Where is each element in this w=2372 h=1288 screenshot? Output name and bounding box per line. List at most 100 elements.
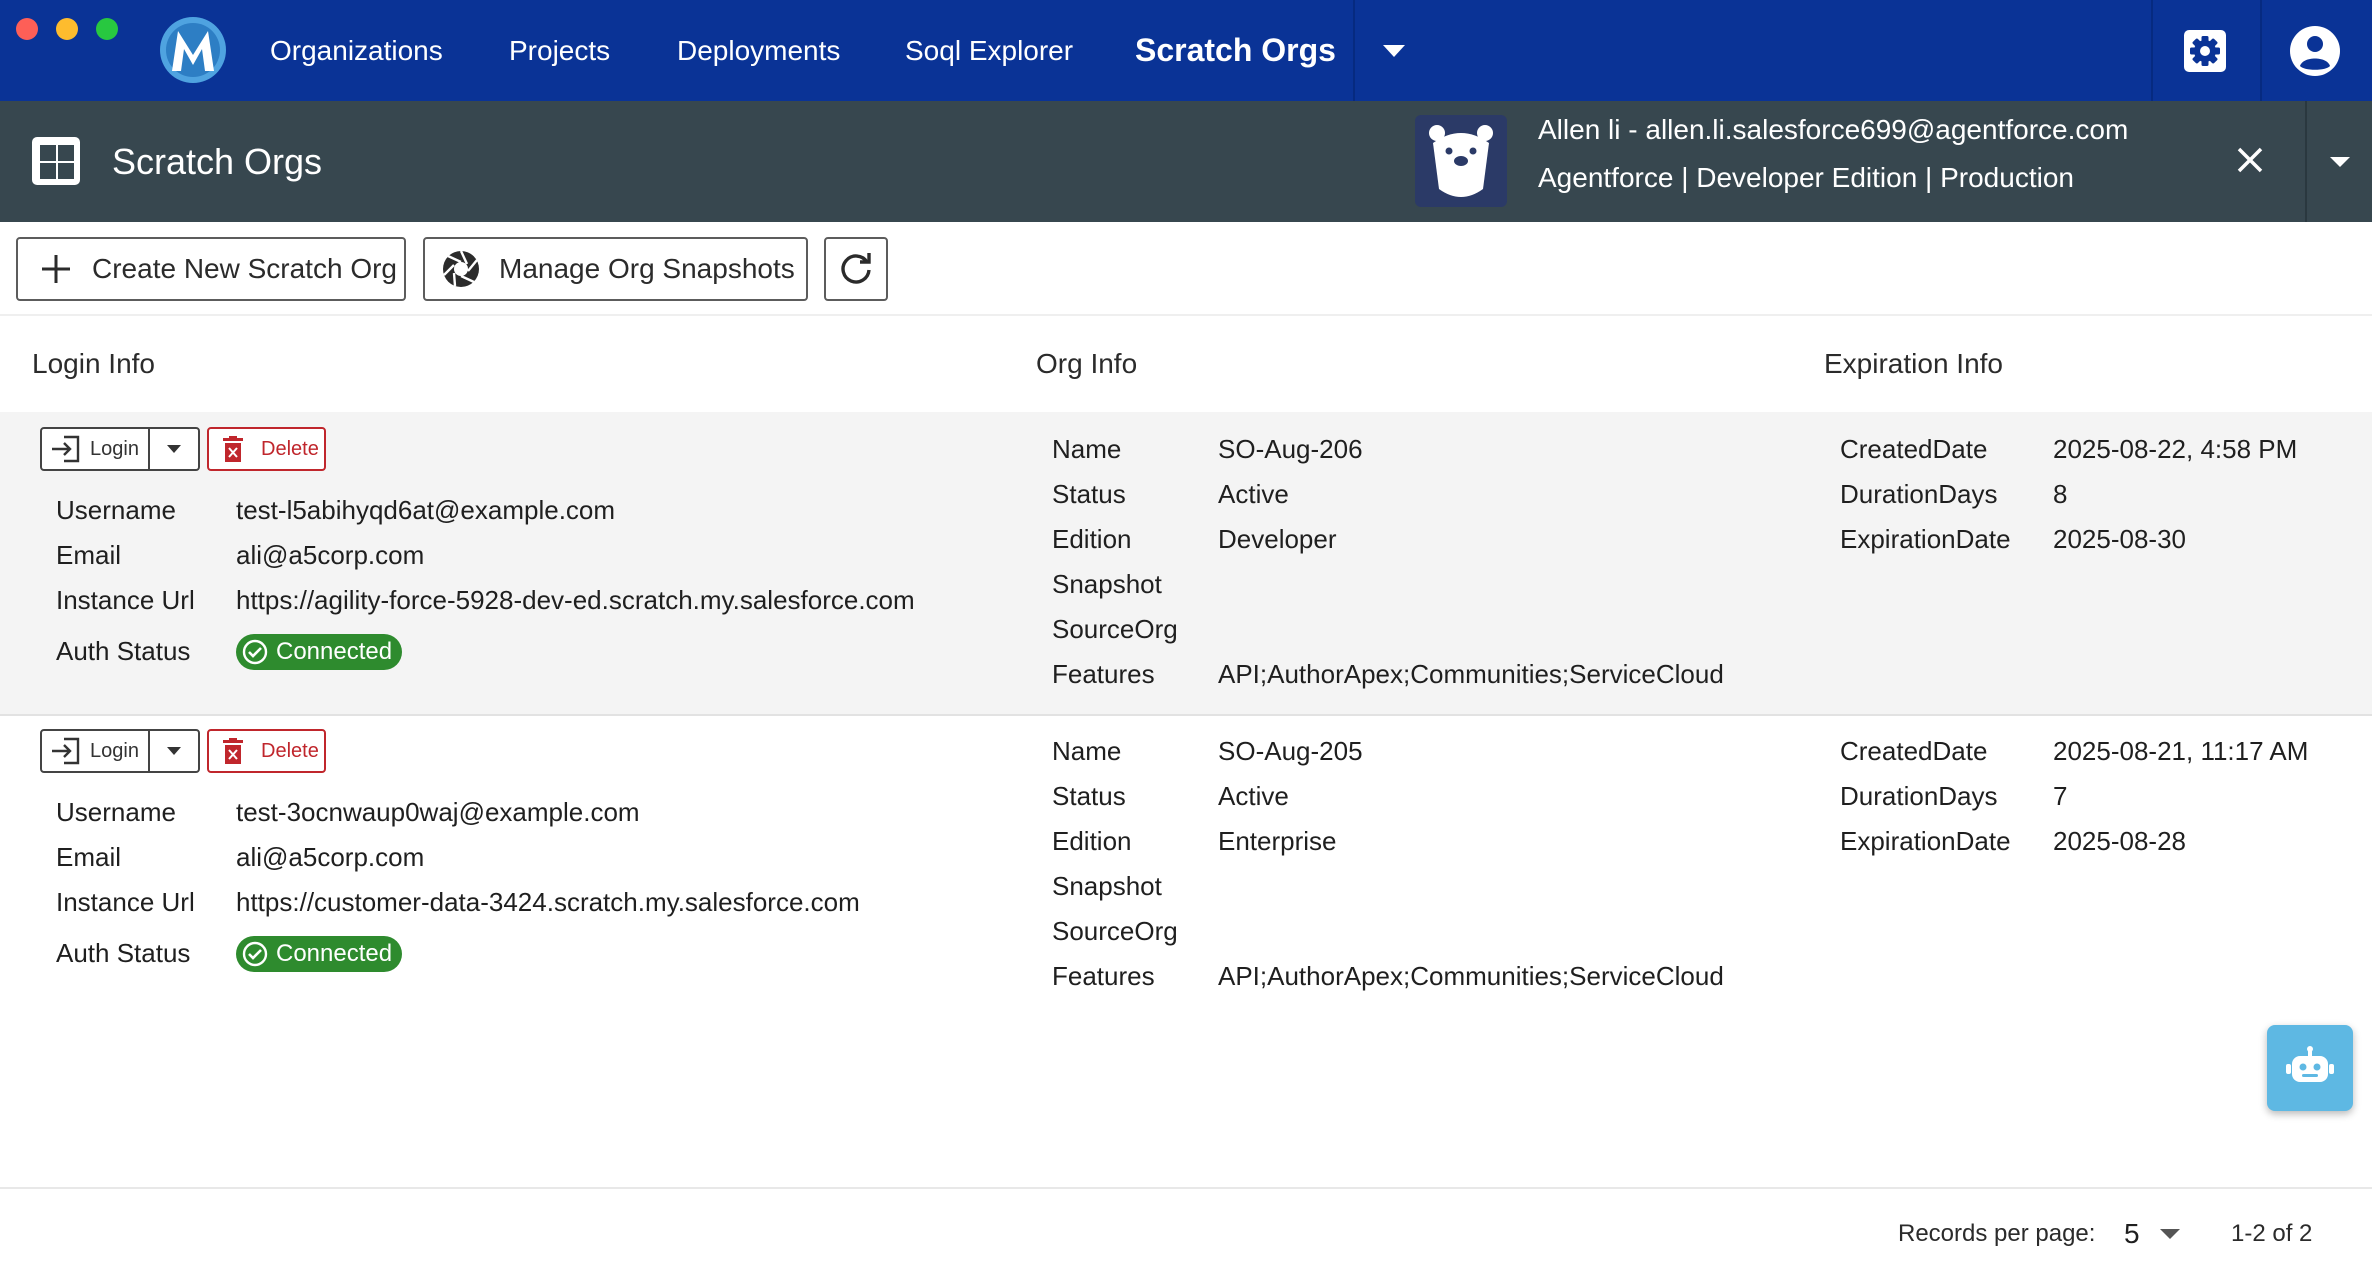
- source-org-label: SourceOrg: [1052, 916, 1178, 946]
- nav-deployments[interactable]: Deployments: [677, 0, 840, 101]
- features-value: API;AuthorApex;Communities;ServiceCloud: [1218, 659, 1724, 689]
- chevron-down-icon: [2330, 157, 2350, 167]
- status-badge: Connected: [236, 634, 403, 670]
- nav-scratch-orgs[interactable]: Scratch Orgs: [1135, 0, 1336, 101]
- login-options-button[interactable]: [150, 731, 198, 771]
- features-label: Features: [1052, 961, 1155, 991]
- org-details: Agentforce | Developer Edition | Product…: [1538, 162, 2074, 193]
- delete-label: Delete: [261, 437, 319, 460]
- auth-status-label: Auth Status: [56, 938, 191, 968]
- refresh-icon: [841, 253, 871, 284]
- table-row: Login Delete Username test-3ocnwaup0waj@…: [0, 714, 2372, 1016]
- instance-url-value: https://customer-data-3424.scratch.my.sa…: [236, 887, 860, 917]
- check-circle-icon: [242, 639, 268, 665]
- delete-button[interactable]: Delete: [207, 729, 326, 773]
- chevron-down-icon: [2159, 1229, 2180, 1239]
- manage-org-snapshots-button[interactable]: Manage Org Snapshots: [423, 237, 808, 301]
- login-icon: [52, 737, 80, 765]
- name-label: Name: [1052, 736, 1122, 766]
- status-value: Active: [1218, 781, 1289, 811]
- username-value: test-l5abihyqd6at@example.com: [236, 495, 616, 525]
- edition-value: Developer: [1218, 524, 1337, 554]
- email-label: Email: [56, 842, 122, 872]
- window-minimize-button[interactable]: [56, 18, 78, 40]
- nav-divider: [1353, 0, 1355, 101]
- email-value: ali@a5corp.com: [236, 842, 425, 872]
- duration-days-value: 7: [2053, 781, 2068, 811]
- snapshot-label: Snapshot: [1052, 871, 1162, 901]
- duration-days-label: DurationDays: [1840, 479, 1998, 509]
- disconnect-org-button[interactable]: [2222, 132, 2278, 188]
- status-label: Status: [1052, 781, 1126, 811]
- login-label: Login: [90, 437, 139, 460]
- login-button-group: Login: [40, 427, 200, 471]
- column-header-login-info: Login Info: [32, 348, 155, 379]
- create-scratch-org-button[interactable]: Create New Scratch Org: [16, 237, 406, 301]
- status-label: Status: [1052, 479, 1126, 509]
- duration-days-label: DurationDays: [1840, 781, 1998, 811]
- expiration-date-label: ExpirationDate: [1840, 524, 2011, 554]
- login-icon: [52, 435, 80, 463]
- edition-label: Edition: [1052, 826, 1132, 856]
- login-options-button[interactable]: [150, 429, 198, 469]
- account-button[interactable]: [2263, 0, 2367, 101]
- login-label: Login: [90, 739, 139, 762]
- create-scratch-org-label: Create New Scratch Org: [92, 253, 397, 284]
- nav-organizations[interactable]: Organizations: [270, 0, 443, 101]
- login-button[interactable]: Login: [42, 731, 150, 771]
- expiration-date-value: 2025-08-28: [2053, 826, 2186, 856]
- delete-button[interactable]: Delete: [207, 427, 326, 471]
- page-title: Scratch Orgs: [112, 141, 323, 182]
- created-date-value: 2025-08-22, 4:58 PM: [2053, 434, 2298, 464]
- username-value: test-3ocnwaup0waj@example.com: [236, 797, 640, 827]
- org-menu-button[interactable]: [2318, 150, 2362, 174]
- login-button-group: Login: [40, 729, 200, 773]
- expiration-date-value: 2025-08-30: [2053, 524, 2186, 554]
- account-circle-icon: [2290, 25, 2340, 76]
- name-value: SO-Aug-206: [1218, 434, 1363, 464]
- trash-icon: [223, 738, 243, 764]
- manage-org-snapshots-label: Manage Org Snapshots: [499, 253, 795, 284]
- camera-shutter-icon: [443, 250, 479, 287]
- records-per-page-select[interactable]: 5: [2110, 1210, 2190, 1258]
- created-date-label: CreatedDate: [1840, 434, 1988, 464]
- created-date-label: CreatedDate: [1840, 736, 1988, 766]
- apps-grid-icon: [32, 137, 80, 185]
- column-header-org-info: Org Info: [1036, 348, 1138, 379]
- window-close-button[interactable]: [16, 18, 38, 40]
- instance-url-value: https://agility-force-5928-dev-ed.scratc…: [236, 585, 915, 615]
- instance-url-label: Instance Url: [56, 887, 195, 917]
- expiration-date-label: ExpirationDate: [1840, 826, 2011, 856]
- auth-status-value: Connected: [276, 638, 393, 665]
- status-badge: Connected: [236, 936, 403, 972]
- org-divider: [2305, 101, 2307, 222]
- pagination-range: 1-2 of 2: [2231, 1220, 2313, 1247]
- username-label: Username: [56, 495, 176, 525]
- records-per-page-label: Records per page:: [1898, 1220, 2096, 1247]
- settings-button[interactable]: [2153, 0, 2257, 101]
- robot-icon: [2286, 1046, 2334, 1082]
- chevron-down-icon: [167, 747, 181, 755]
- nav-divider: [2260, 0, 2262, 101]
- email-label: Email: [56, 540, 122, 570]
- table-row: Login Delete Username test-l5abihyqd6at@…: [0, 412, 2372, 714]
- nav-more-button[interactable]: [1374, 38, 1414, 64]
- edition-value: Enterprise: [1218, 826, 1337, 856]
- instance-url-label: Instance Url: [56, 585, 195, 615]
- login-button[interactable]: Login: [42, 429, 150, 469]
- refresh-button[interactable]: [824, 237, 888, 301]
- chevron-down-icon: [167, 445, 181, 453]
- trash-icon: [223, 436, 243, 462]
- column-header-expiration-info: Expiration Info: [1824, 348, 2003, 379]
- assistant-button[interactable]: [2267, 1025, 2353, 1111]
- app-logo-icon[interactable]: [158, 15, 228, 85]
- window-zoom-button[interactable]: [96, 18, 118, 40]
- top-nav-bar: Organizations Projects Deployments Soql …: [0, 0, 2372, 101]
- nav-projects[interactable]: Projects: [509, 0, 610, 101]
- name-value: SO-Aug-205: [1218, 736, 1363, 766]
- nav-soql-explorer[interactable]: Soql Explorer: [905, 0, 1073, 101]
- snapshot-label: Snapshot: [1052, 569, 1162, 599]
- org-user-email: Allen li - allen.li.salesforce699@agentf…: [1538, 114, 2129, 145]
- features-value: API;AuthorApex;Communities;ServiceCloud: [1218, 961, 1724, 991]
- plus-icon: [42, 255, 70, 283]
